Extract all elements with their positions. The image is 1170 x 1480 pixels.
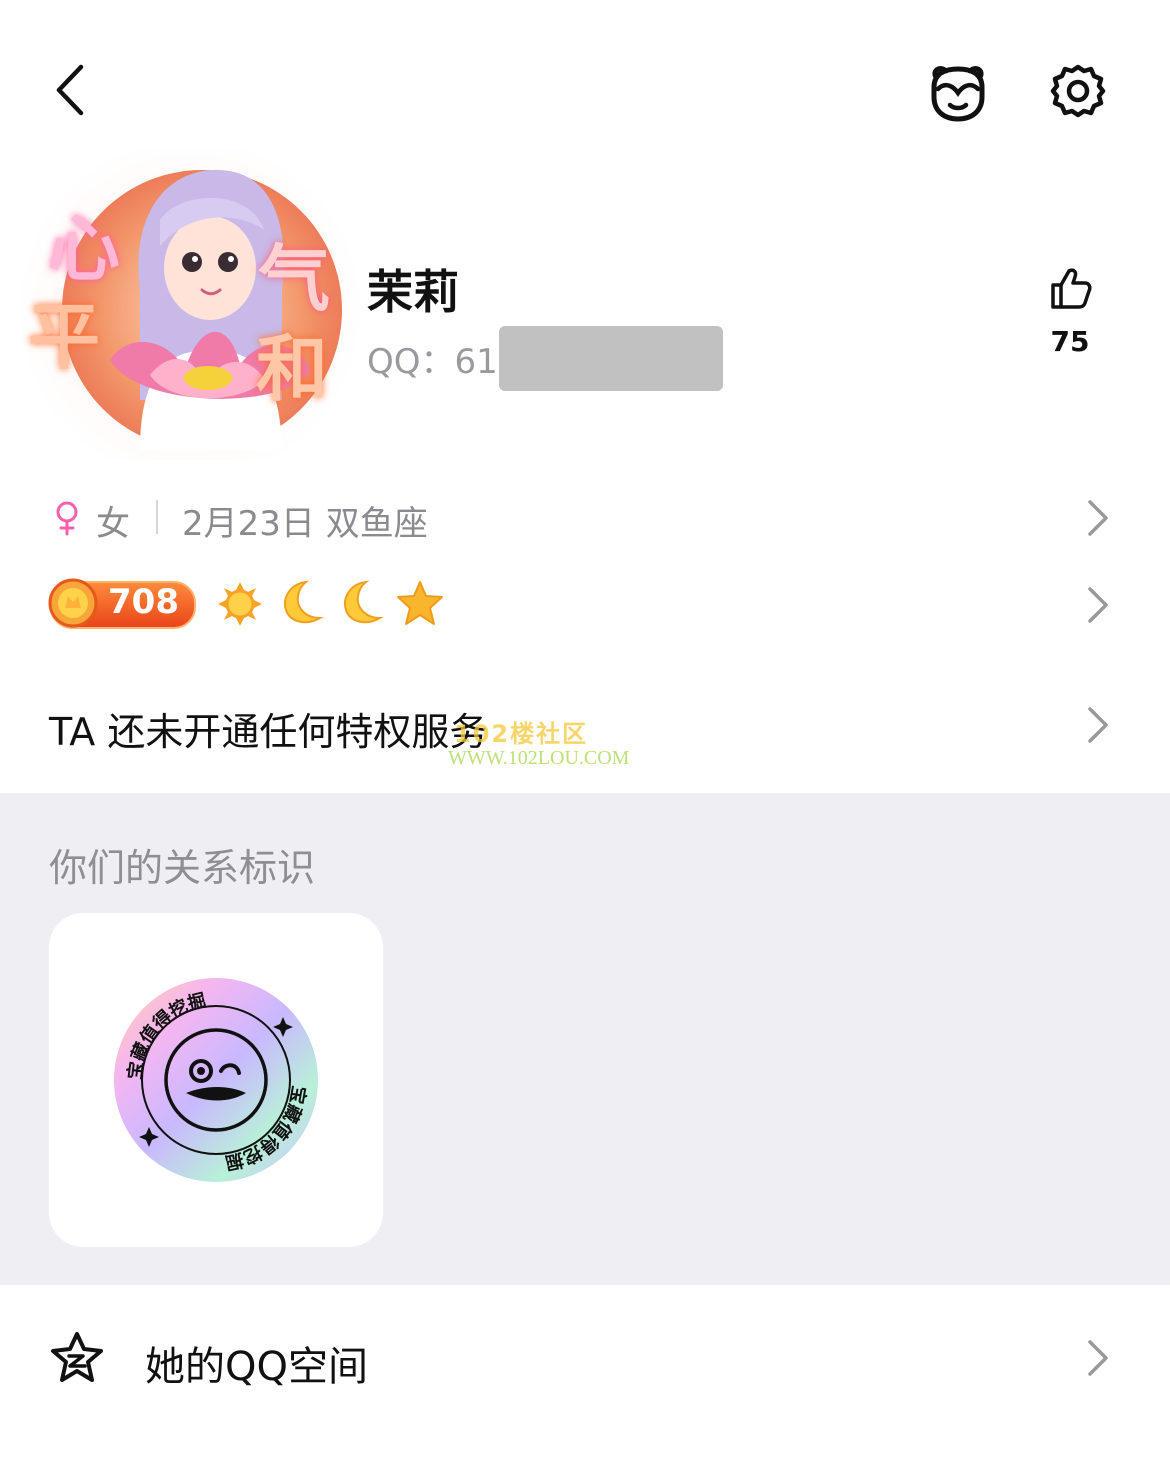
level-badge-value: 708: [108, 582, 179, 622]
like-count: 75: [1050, 325, 1090, 358]
qq-redaction-block: [499, 326, 723, 391]
watermark-line1: 102楼社区: [454, 720, 589, 748]
watermark: 102楼社区 WWW.102LOU.COM: [448, 714, 678, 770]
avatar-text-ping: 平: [28, 295, 101, 379]
star-icon: [397, 581, 443, 625]
relationship-heading: 你们的关系标识: [49, 846, 316, 890]
female-symbol-icon: [56, 501, 78, 536]
privilege-text: TA 还未开通任何特权服务: [49, 710, 488, 754]
avatar[interactable]: 心 平 气 和: [20, 140, 360, 480]
info-divider: [156, 500, 158, 534]
birthday-sign-text: 2月23日 双鱼座: [182, 504, 428, 544]
chevron-left-icon: [56, 64, 84, 116]
qq-label: QQ：61: [367, 342, 498, 382]
relationship-badge-card[interactable]: 宝藏值得挖掘 宝藏值得挖掘: [49, 913, 383, 1247]
level-row[interactable]: 708: [0, 570, 1170, 640]
avatar-text-he: 和: [256, 327, 329, 411]
chevron-right-icon: [1088, 1340, 1108, 1376]
info-row[interactable]: 女 2月23日 双鱼座: [0, 480, 1170, 555]
bear-face-icon: [931, 65, 984, 121]
relationship-badge: 宝藏值得挖掘 宝藏值得挖掘: [114, 978, 318, 1182]
gear-icon: [1050, 64, 1106, 118]
chevron-right-icon: [1088, 707, 1108, 743]
qzone-star-icon: [51, 1332, 103, 1382]
back-button[interactable]: [40, 55, 100, 125]
moon-icon-2: [344, 580, 384, 624]
crown-level-icon: [48, 578, 98, 628]
qzone-row[interactable]: 她的QQ空间: [0, 1310, 1170, 1410]
qzone-label: 她的QQ空间: [145, 1344, 368, 1390]
profile-name: 茉莉: [367, 265, 459, 319]
watermark-line2: WWW.102LOU.COM: [448, 747, 630, 769]
sun-icon: [218, 582, 262, 626]
like-button[interactable]: 75: [1030, 265, 1110, 375]
qq-number: QQ：615: [367, 334, 519, 383]
thumbs-up-icon: [1051, 268, 1092, 309]
avatar-mask-button[interactable]: [920, 55, 995, 130]
settings-button[interactable]: [1042, 55, 1114, 127]
chevron-right-icon: [1088, 500, 1108, 536]
gender-text: 女: [96, 504, 130, 544]
chevron-right-icon: [1088, 587, 1108, 623]
moon-icon: [284, 580, 324, 624]
